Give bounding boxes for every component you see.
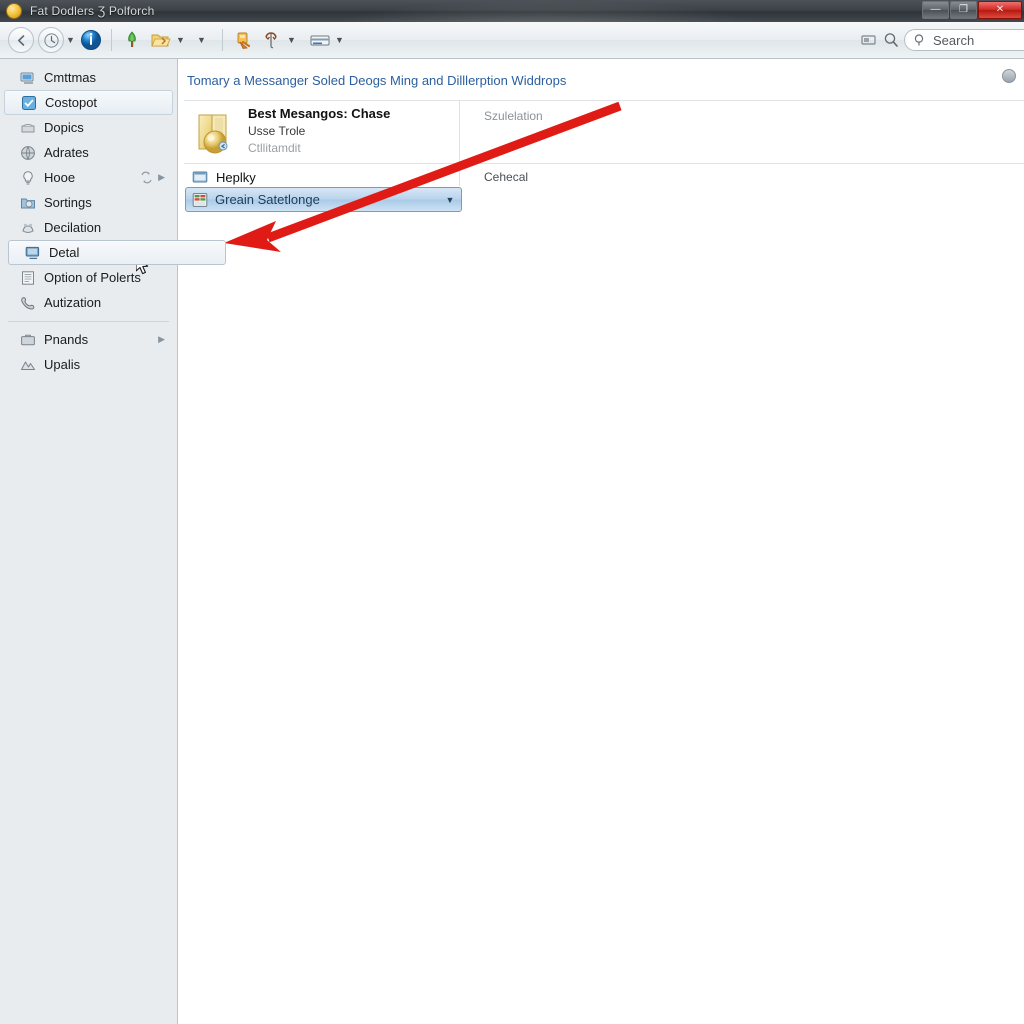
umbrella-dropdown-caret[interactable]: ▼ xyxy=(285,35,298,45)
sidebar-item-label: Upalis xyxy=(44,357,81,372)
sidebar-item-label: Detal xyxy=(49,245,80,260)
briefcase-icon xyxy=(20,332,36,348)
lightbulb-icon xyxy=(20,170,36,186)
secondary-right-label: Cehecal xyxy=(484,170,529,184)
globe-circle-icon xyxy=(20,145,36,161)
sidebar-item-label: Pnands xyxy=(44,332,89,347)
sidebar-item-pnands[interactable]: Pnands ▶ xyxy=(4,327,173,352)
minimize-button[interactable]: — xyxy=(922,1,949,19)
sidebar-item-hooe[interactable]: Hooe ▶ xyxy=(4,165,173,190)
lock-key-icon[interactable] xyxy=(232,29,254,51)
folder-globe-icon xyxy=(6,3,22,19)
content-row-secondary[interactable]: Heplky Cehecal xyxy=(184,163,1024,190)
content-row-main[interactable]: Best Mesangos: Chase Usse Trole Ctllitam… xyxy=(184,100,1024,163)
sidebar-separator xyxy=(8,321,169,322)
card-icon[interactable] xyxy=(308,29,330,51)
chevron-right-icon[interactable]: ▶ xyxy=(158,172,165,183)
sidebar-item-decilation[interactable]: Decilation xyxy=(4,215,173,240)
page-title: Tomary a Messanger Soled Deogs Ming and … xyxy=(187,73,567,88)
search-area: Search xyxy=(860,29,1024,51)
toolbar-separator-2 xyxy=(222,29,223,51)
chevron-down-icon[interactable]: ▼ xyxy=(439,195,461,205)
sidebar-item-label: Hooe xyxy=(44,170,76,185)
window-controls: — ❐ ✕ xyxy=(922,1,1022,19)
mountain-icon xyxy=(20,357,36,373)
blue-square-check-icon xyxy=(21,95,37,111)
blue-folder-icon xyxy=(20,195,36,211)
folder-dropdown-caret[interactable]: ▼ xyxy=(174,35,187,45)
window-title: Fat Dodlers Ʒ Polforch xyxy=(30,4,155,18)
shield-sync-icon xyxy=(141,171,152,184)
search-glyph-icon xyxy=(914,34,924,46)
close-button[interactable]: ✕ xyxy=(978,1,1022,19)
back-circle-icon[interactable] xyxy=(1002,69,1016,83)
navigation-toolbar: ▼ ▼ ▼ ▼ ▼ Search xyxy=(0,22,1024,59)
window-title-bar[interactable]: Fat Dodlers Ʒ Polforch — ❐ ✕ xyxy=(0,0,1024,22)
content-row-secondary-left: Heplky xyxy=(184,169,459,185)
small-window-icon xyxy=(192,169,208,185)
main-title: Best Mesangos: Chase xyxy=(248,106,391,121)
blue-info-icon[interactable] xyxy=(80,29,102,51)
sidebar-item-upalis[interactable]: Upalis xyxy=(4,352,173,377)
display-blue-icon xyxy=(25,245,41,261)
sidebar-item-dopics[interactable]: Dopics xyxy=(4,115,173,140)
dropdown-select[interactable]: Greain Satetlonge ▼ xyxy=(185,187,462,212)
sidebar-item-label: Autization xyxy=(44,295,102,310)
sidebar-item-sortings[interactable]: Sortings xyxy=(4,190,173,215)
sidebar-item-costopot[interactable]: Costopot xyxy=(4,90,173,115)
sidebar-item-label: Dopics xyxy=(44,120,84,135)
secondary-label: Heplky xyxy=(216,169,256,185)
main-right-label: Szulelation xyxy=(484,109,543,123)
sidebar-item-label: Adrates xyxy=(44,145,89,160)
restore-button[interactable]: ❐ xyxy=(950,1,977,19)
umbrella-icon[interactable] xyxy=(260,29,282,51)
monitor-screen-icon xyxy=(20,70,36,86)
content-row-main-text: Best Mesangos: Chase Usse Trole Ctllitam… xyxy=(248,106,390,163)
sidebar-item-adornments: ▶ xyxy=(140,171,165,184)
sidebar-item-autization[interactable]: Autization xyxy=(4,290,173,315)
toolbar-separator-1 xyxy=(111,29,112,51)
content-row-secondary-right: Cehecal xyxy=(459,168,1024,186)
sidebar-item-label: Decilation xyxy=(44,220,102,235)
list-page-icon xyxy=(20,270,36,286)
history-dropdown-caret[interactable]: ▼ xyxy=(64,35,77,45)
search-input[interactable]: Search xyxy=(904,29,1024,51)
box-icon xyxy=(20,120,36,136)
sidebar-item-label: Option of Polerts xyxy=(44,270,141,285)
sidebar: Cmttmas Costopot Dopics Adrates Hooe ▶ S… xyxy=(0,59,178,1024)
content-row-main-left: Best Mesangos: Chase Usse Trole Ctllitam… xyxy=(184,101,459,163)
sidebar-item-cmttmas[interactable]: Cmttmas xyxy=(4,65,173,90)
sidebar-item-adornments: ▶ xyxy=(158,334,165,345)
content-row-main-right: Szulelation xyxy=(459,101,1024,163)
sidebar-item-detal[interactable]: Detal xyxy=(8,240,226,265)
monitor-icon[interactable] xyxy=(860,31,878,49)
phone-handset-icon xyxy=(20,295,36,311)
sidebar-item-label: Costopot xyxy=(45,95,98,110)
back-arrow-icon[interactable] xyxy=(8,27,34,53)
clock-history-icon[interactable] xyxy=(38,27,64,53)
tree-view-icon[interactable] xyxy=(121,29,143,51)
magnifier-icon[interactable] xyxy=(882,31,900,49)
sidebar-item-label: Sortings xyxy=(44,195,92,210)
folder-open-icon[interactable] xyxy=(149,29,171,51)
chevron-right-icon[interactable]: ▶ xyxy=(158,334,165,345)
extra-dropdown-caret[interactable]: ▼ xyxy=(195,35,208,45)
main-subtitle-2: Ctllitamdit xyxy=(248,141,301,155)
sidebar-item-adrates[interactable]: Adrates xyxy=(4,140,173,165)
dropdown-value: Greain Satetlonge xyxy=(215,192,320,207)
main-subtitle-1: Usse Trole xyxy=(248,124,306,138)
card-dropdown-caret[interactable]: ▼ xyxy=(333,35,346,45)
paw-mask-icon xyxy=(20,220,36,236)
gold-folder-sphere-icon xyxy=(192,109,240,157)
search-placeholder: Search xyxy=(933,32,975,48)
sidebar-item-label: Cmttmas xyxy=(44,70,96,85)
spreadsheet-icon xyxy=(192,192,208,208)
